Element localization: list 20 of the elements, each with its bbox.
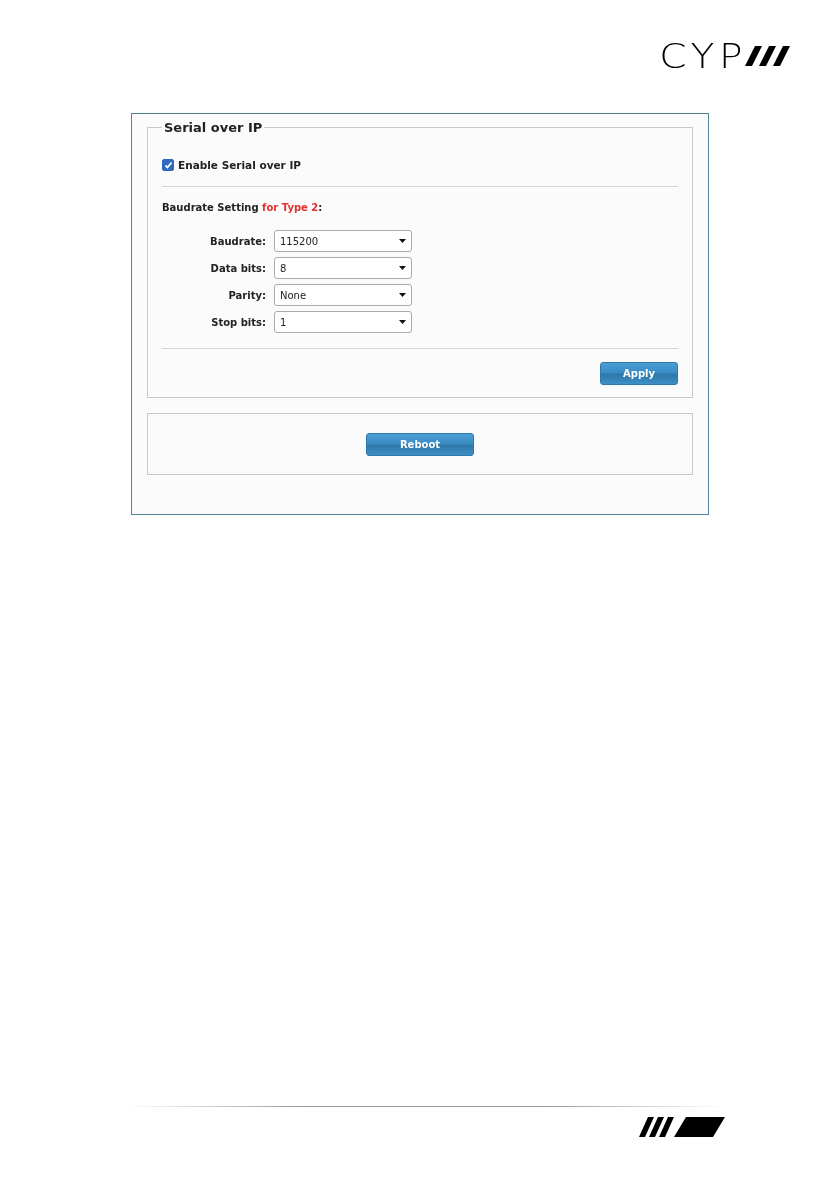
field-label: Stop bits:: [210, 316, 266, 328]
apply-button[interactable]: Apply: [600, 362, 678, 385]
footer-logo-icon: [639, 1117, 725, 1137]
brand-logo: CYP: [664, 40, 795, 72]
caret-icon: [399, 239, 406, 243]
caret-icon: [399, 320, 406, 324]
checkbox[interactable]: [162, 159, 174, 171]
field-label: Data bits:: [209, 262, 266, 274]
reboot-button[interactable]: Reboot: [366, 432, 474, 456]
field-label: Parity:: [227, 289, 266, 301]
field-label: Baudrate:: [209, 235, 266, 247]
section-heading: Baudrate Setting for Type 2:: [162, 202, 324, 213]
panel-title: Serial over IP: [163, 120, 264, 135]
caret-icon: [399, 266, 406, 270]
dropdown[interactable]: None: [274, 284, 412, 306]
dropdown[interactable]: 115200: [274, 230, 412, 252]
caret-icon: [399, 293, 406, 297]
dropdown[interactable]: 8: [274, 257, 412, 279]
checkbox-label: Enable Serial over IP: [178, 159, 302, 171]
dropdown[interactable]: 1: [274, 311, 412, 333]
